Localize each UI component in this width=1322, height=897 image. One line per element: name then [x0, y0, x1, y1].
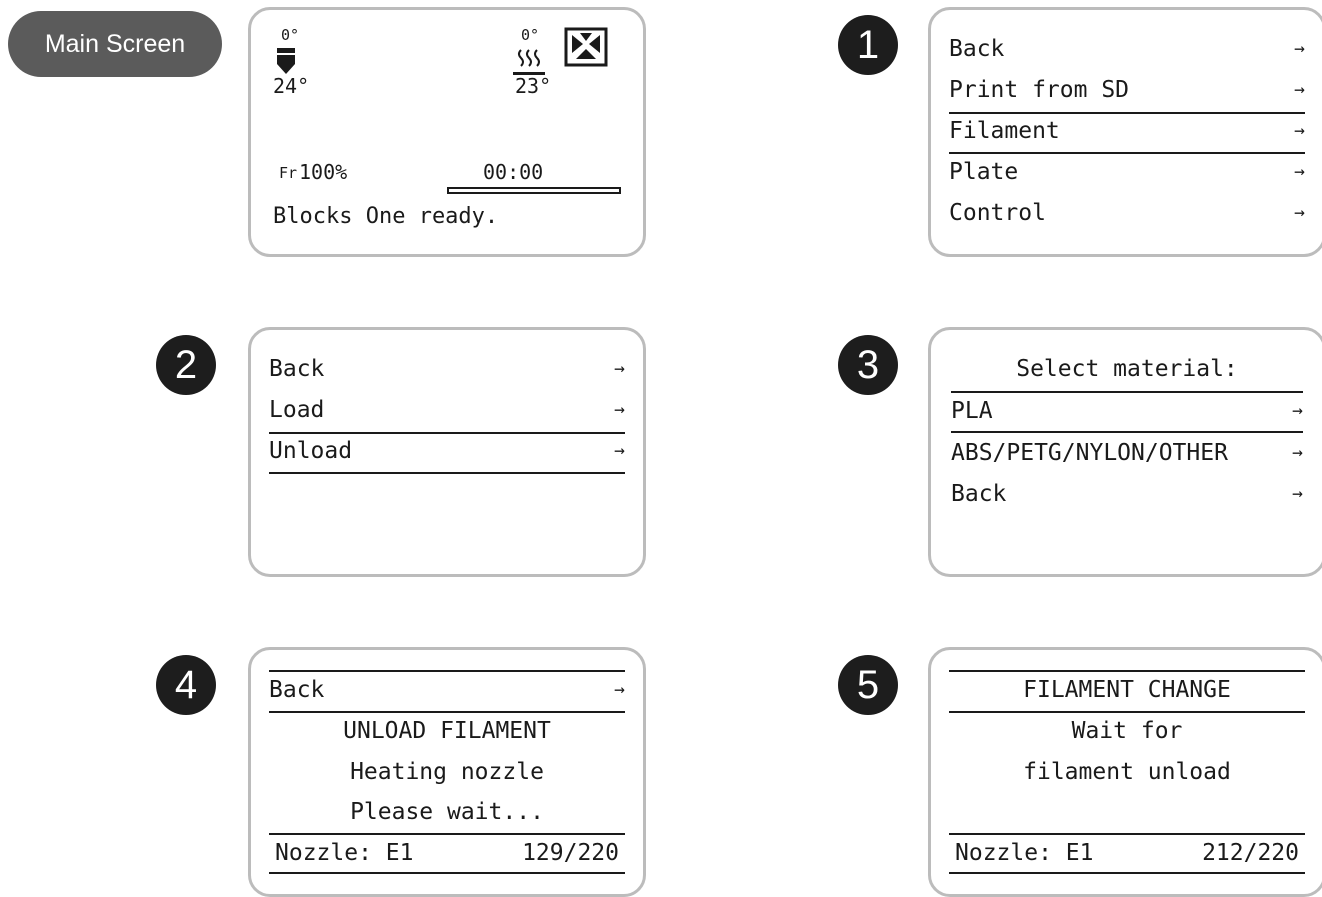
- menu-item-label: Load: [269, 397, 325, 423]
- title-text: UNLOAD FILAMENT: [343, 718, 551, 744]
- step-badge-1: 1: [838, 15, 898, 75]
- status-line-1: Wait for: [949, 712, 1305, 750]
- menu-item-filament[interactable]: Filament →: [949, 112, 1305, 150]
- nozzle-target-temp: 0°: [281, 26, 300, 44]
- menu-item-label: Back: [269, 677, 325, 703]
- arrow-right-icon: →: [1292, 442, 1303, 463]
- selection-line-bottom: [269, 472, 625, 474]
- menu-item-label: Back: [269, 356, 325, 382]
- arrow-right-icon: →: [1292, 483, 1303, 504]
- menu-item-label: Back: [949, 36, 1005, 62]
- status-line-2: filament unload: [949, 753, 1305, 791]
- menu-item-control[interactable]: Control →: [949, 194, 1305, 232]
- filament-change-lcd: FILAMENT CHANGE Wait for filament unload…: [928, 647, 1322, 897]
- nozzle-current-temp: 24°: [273, 74, 310, 98]
- menu-item-label: ABS/PETG/NYLON/OTHER: [951, 440, 1228, 466]
- menu-item-load[interactable]: Load →: [269, 391, 625, 429]
- fan-icon: [564, 27, 608, 67]
- bed-target-temp: 0°: [521, 26, 540, 44]
- feedrate-icon: Fr: [279, 164, 298, 182]
- menu-item-back[interactable]: Back →: [949, 30, 1305, 68]
- feedrate-value: 100%: [299, 160, 348, 184]
- status-text: Wait for: [1071, 718, 1183, 744]
- screen-title: Select material:: [949, 350, 1305, 388]
- screen-title: UNLOAD FILAMENT: [269, 712, 625, 750]
- menu-item-label: Back: [951, 481, 1007, 507]
- step-badge-4: 4: [156, 655, 216, 715]
- status-line-2: Please wait...: [269, 793, 625, 831]
- nozzle-temp-row: Nozzle: E1 129/220: [275, 834, 619, 872]
- heated-bed-icon: [513, 49, 545, 75]
- arrow-right-icon: →: [614, 440, 625, 461]
- select-material-lcd: Select material: PLA → ABS/PETG/NYLON/OTH…: [928, 327, 1322, 577]
- step-badge-2: 2: [156, 335, 216, 395]
- nozzle-temp-row: Nozzle: E1 212/220: [955, 834, 1299, 872]
- progress-bar: [447, 187, 621, 194]
- filament-menu-lcd: Back → Load → Unload →: [248, 327, 646, 577]
- menu-item-label: Control: [949, 200, 1046, 226]
- menu-item-back[interactable]: Back →: [951, 475, 1303, 513]
- footer-line-bottom: [269, 872, 625, 874]
- nozzle-icon: [277, 48, 295, 74]
- arrow-right-icon: →: [614, 399, 625, 420]
- status-message: Blocks One ready.: [273, 204, 499, 229]
- menu-item-pla[interactable]: PLA →: [951, 392, 1303, 430]
- unload-filament-lcd: Back → UNLOAD FILAMENT Heating nozzle Ple…: [248, 647, 646, 897]
- title-text: FILAMENT CHANGE: [1023, 677, 1231, 703]
- main-screen-label: Main Screen: [8, 11, 222, 77]
- step-badge-5: 5: [838, 655, 898, 715]
- menu-item-label: Unload: [269, 438, 353, 464]
- arrow-right-icon: →: [1294, 161, 1305, 182]
- menu-item-label: Print from SD: [949, 77, 1130, 103]
- arrow-right-icon: →: [1294, 120, 1305, 141]
- arrow-right-icon: →: [1294, 38, 1305, 59]
- arrow-right-icon: →: [614, 358, 625, 379]
- nozzle-temp-value: 129/220: [522, 840, 619, 866]
- nozzle-temp-value: 212/220: [1202, 840, 1299, 866]
- arrow-right-icon: →: [1294, 79, 1305, 100]
- status-text: Heating nozzle: [350, 759, 544, 785]
- arrow-right-icon: →: [614, 679, 625, 700]
- status-text: Please wait...: [350, 799, 544, 825]
- menu-item-label: PLA: [951, 398, 993, 424]
- main-screen-lcd: 0° 24° 0° 23° Fr 100% 00:00 Blocks One r…: [248, 7, 646, 257]
- nozzle-label: Nozzle: E1: [275, 840, 414, 866]
- menu-item-back[interactable]: Back →: [269, 671, 625, 709]
- elapsed-time: 00:00: [483, 160, 544, 184]
- menu-item-abs-petg-nylon-other[interactable]: ABS/PETG/NYLON/OTHER →: [951, 434, 1303, 472]
- nozzle-label: Nozzle: E1: [955, 840, 1094, 866]
- selection-line-bottom: [951, 431, 1303, 433]
- menu-item-back[interactable]: Back →: [269, 350, 625, 388]
- menu-item-plate[interactable]: Plate →: [949, 153, 1305, 191]
- status-line-1: Heating nozzle: [269, 753, 625, 791]
- arrow-right-icon: →: [1292, 400, 1303, 421]
- screen-title: FILAMENT CHANGE: [949, 671, 1305, 709]
- menu-item-unload[interactable]: Unload →: [269, 432, 625, 470]
- main-menu-lcd: Back → Print from SD → Filament → Plate → Co…: [928, 7, 1322, 257]
- menu-item-print-from-sd[interactable]: Print from SD →: [949, 71, 1305, 109]
- arrow-right-icon: →: [1294, 202, 1305, 223]
- menu-item-label: Plate: [949, 159, 1019, 185]
- step-badge-3: 3: [838, 335, 898, 395]
- menu-item-label: Filament: [949, 118, 1060, 144]
- footer-line-bottom: [949, 872, 1305, 874]
- status-text: filament unload: [1023, 759, 1231, 785]
- title-text: Select material:: [1016, 356, 1238, 382]
- bed-current-temp: 23°: [515, 74, 552, 98]
